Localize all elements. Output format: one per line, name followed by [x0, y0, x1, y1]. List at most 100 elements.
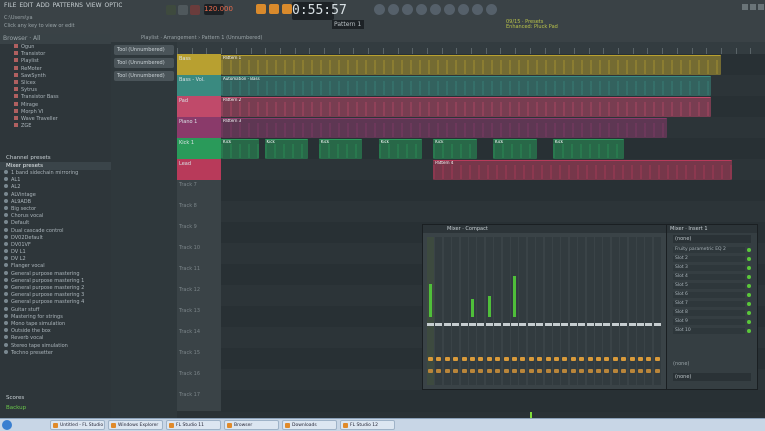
- track-lane[interactable]: Pattern 4: [221, 159, 765, 181]
- mixer-preset-item[interactable]: Stereo tape simulation: [4, 342, 111, 350]
- send-knob[interactable]: [453, 357, 459, 361]
- effect-slot[interactable]: Slot 3: [673, 265, 745, 271]
- send-knob[interactable]: [503, 357, 509, 361]
- volume-fader[interactable]: [536, 323, 544, 326]
- route-knob[interactable]: [654, 369, 660, 373]
- send-knob[interactable]: [545, 357, 551, 361]
- mixer-preset-item[interactable]: Chorus vocal: [4, 213, 111, 220]
- mixer-preset-item[interactable]: General purpose mastering 3: [4, 292, 111, 299]
- volume-fader[interactable]: [595, 323, 602, 326]
- mixer-preset-item[interactable]: 1 band sidechain mirroring: [4, 170, 111, 177]
- route-knob[interactable]: [495, 369, 501, 373]
- browser-tree-item[interactable]: ZGE: [14, 123, 111, 130]
- slot-enable-led[interactable]: [747, 257, 751, 261]
- stop-button[interactable]: [178, 5, 188, 15]
- track-header[interactable]: Track 7: [177, 180, 221, 201]
- browser-tree-item[interactable]: Wave Traveller: [14, 115, 111, 123]
- mixer-strip[interactable]: [435, 237, 443, 385]
- send-knob[interactable]: [478, 357, 484, 361]
- track-lane[interactable]: [221, 201, 765, 223]
- pattern-item[interactable]: Tool (Unnumbered): [114, 45, 174, 55]
- browser-tree-item[interactable]: SawSynth: [14, 72, 111, 80]
- route-knob[interactable]: [587, 369, 593, 373]
- mixer-preset-item[interactable]: Mono tape simulation: [4, 320, 111, 328]
- send-knob[interactable]: [612, 357, 618, 361]
- send-knob[interactable]: [495, 357, 501, 361]
- track-header[interactable]: Track 11: [177, 264, 221, 285]
- volume-fader[interactable]: [569, 323, 577, 326]
- mixer-strip[interactable]: [443, 237, 451, 385]
- track-header[interactable]: Track 14: [177, 327, 221, 348]
- countdown-toggle[interactable]: [282, 4, 292, 14]
- browser-tree-item[interactable]: Mirage: [14, 101, 111, 109]
- pattern-selector[interactable]: Pattern 1: [332, 20, 364, 29]
- send-knob[interactable]: [587, 357, 593, 361]
- piano-roll-icon[interactable]: [388, 4, 399, 15]
- route-knob[interactable]: [453, 369, 459, 373]
- mixer-strip[interactable]: [460, 237, 468, 385]
- mixer-strip[interactable]: [603, 237, 611, 385]
- track-header[interactable]: Track 12: [177, 285, 221, 306]
- route-knob[interactable]: [478, 369, 484, 373]
- volume-fader[interactable]: [628, 323, 636, 326]
- effect-slot[interactable]: Slot 5: [673, 283, 745, 289]
- volume-fader[interactable]: [494, 323, 502, 326]
- track-header[interactable]: Track 8: [177, 201, 221, 222]
- menu-item-add[interactable]: ADD: [36, 2, 49, 9]
- track-header[interactable]: Track 17: [177, 390, 221, 411]
- mixer-preset-item[interactable]: Reverb vocal: [4, 335, 111, 342]
- track-header[interactable]: Pad: [177, 96, 221, 117]
- send-knob[interactable]: [570, 357, 576, 361]
- send-knob[interactable]: [621, 357, 627, 361]
- browser-tree-item[interactable]: Morph VI: [14, 108, 111, 116]
- volume-fader[interactable]: [511, 323, 518, 326]
- send-knob[interactable]: [486, 357, 492, 361]
- mixer-preset-item[interactable]: DV L2: [4, 256, 111, 263]
- backup-folder[interactable]: Backup: [0, 404, 26, 412]
- mixer-preset-item[interactable]: General purpose mastering 4: [4, 299, 111, 306]
- mixer-preset-item[interactable]: Default: [4, 220, 111, 227]
- mixer-window-icon[interactable]: [416, 4, 427, 15]
- track-lane[interactable]: Kick Kick Kick Kick Kick Kick Kick: [221, 138, 765, 160]
- render-icon[interactable]: [486, 4, 497, 15]
- mixer-strip[interactable]: [427, 237, 434, 385]
- mixer-strip[interactable]: [569, 237, 577, 385]
- volume-fader[interactable]: [653, 323, 661, 326]
- track-header[interactable]: Bass: [177, 54, 221, 75]
- menu-item-edit[interactable]: EDIT: [19, 2, 33, 9]
- mixer-preset-item[interactable]: DV01VF: [4, 241, 111, 249]
- mixer-preset-item[interactable]: Techno presetter: [4, 349, 111, 357]
- effect-slot[interactable]: Slot 7: [673, 301, 745, 307]
- mixer-preset-item[interactable]: AL9ADB: [4, 198, 111, 206]
- route-knob[interactable]: [470, 369, 475, 373]
- send-knob[interactable]: [444, 357, 450, 361]
- volume-fader[interactable]: [519, 323, 527, 326]
- playlist-clip[interactable]: Pattern 4: [433, 160, 733, 180]
- route-knob[interactable]: [646, 369, 652, 373]
- volume-fader[interactable]: [620, 323, 628, 326]
- insert-preset-select[interactable]: (none): [673, 235, 751, 243]
- volume-fader[interactable]: [603, 323, 611, 326]
- start-button[interactable]: [2, 420, 12, 430]
- volume-fader[interactable]: [452, 323, 460, 326]
- track-header[interactable]: Piano 1: [177, 117, 221, 138]
- route-knob[interactable]: [545, 369, 551, 373]
- playlist-clip[interactable]: Kick: [378, 139, 423, 159]
- route-knob[interactable]: [629, 369, 635, 373]
- effect-slot[interactable]: Slot 4: [673, 274, 745, 280]
- track-header[interactable]: Track 13: [177, 306, 221, 327]
- send-knob[interactable]: [629, 357, 635, 361]
- effect-slot[interactable]: Slot 2: [673, 256, 745, 262]
- slot-enable-led[interactable]: [747, 293, 751, 297]
- mixer-strip[interactable]: [553, 237, 560, 385]
- volume-fader[interactable]: [561, 323, 569, 326]
- track-lane[interactable]: Automation - Bass: [221, 75, 765, 97]
- route-knob[interactable]: [428, 369, 433, 373]
- save-icon[interactable]: [472, 4, 483, 15]
- track-header[interactable]: Track 10: [177, 243, 221, 264]
- slot-enable-led[interactable]: [747, 266, 751, 270]
- route-knob[interactable]: [562, 369, 568, 373]
- track-lane[interactable]: [221, 180, 765, 202]
- volume-fader[interactable]: [553, 323, 560, 326]
- browser-tree-item[interactable]: Ogun: [14, 44, 111, 51]
